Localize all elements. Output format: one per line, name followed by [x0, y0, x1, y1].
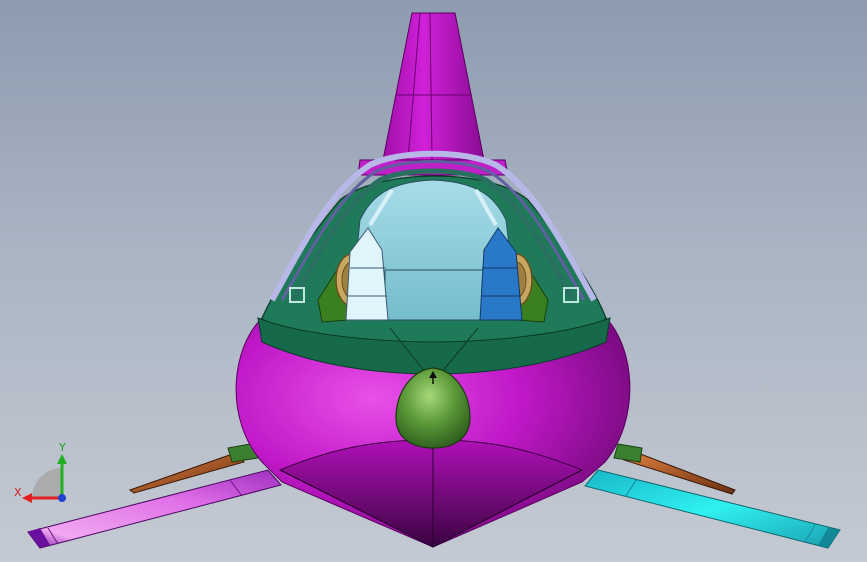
axis-triad: Y X — [12, 440, 82, 510]
x-axis-label: X — [14, 486, 22, 499]
x-axis-arrow — [22, 493, 32, 503]
z-axis-dot — [58, 494, 66, 502]
y-axis-arrow — [57, 454, 67, 464]
aircraft-model[interactable] — [0, 0, 867, 562]
triad-quadrant — [32, 468, 62, 498]
3d-viewport[interactable]: Y X — [0, 0, 867, 562]
vertical-fin[interactable] — [357, 12, 509, 176]
axis-triad-graphic — [22, 454, 67, 503]
y-axis-label: Y — [59, 441, 66, 454]
